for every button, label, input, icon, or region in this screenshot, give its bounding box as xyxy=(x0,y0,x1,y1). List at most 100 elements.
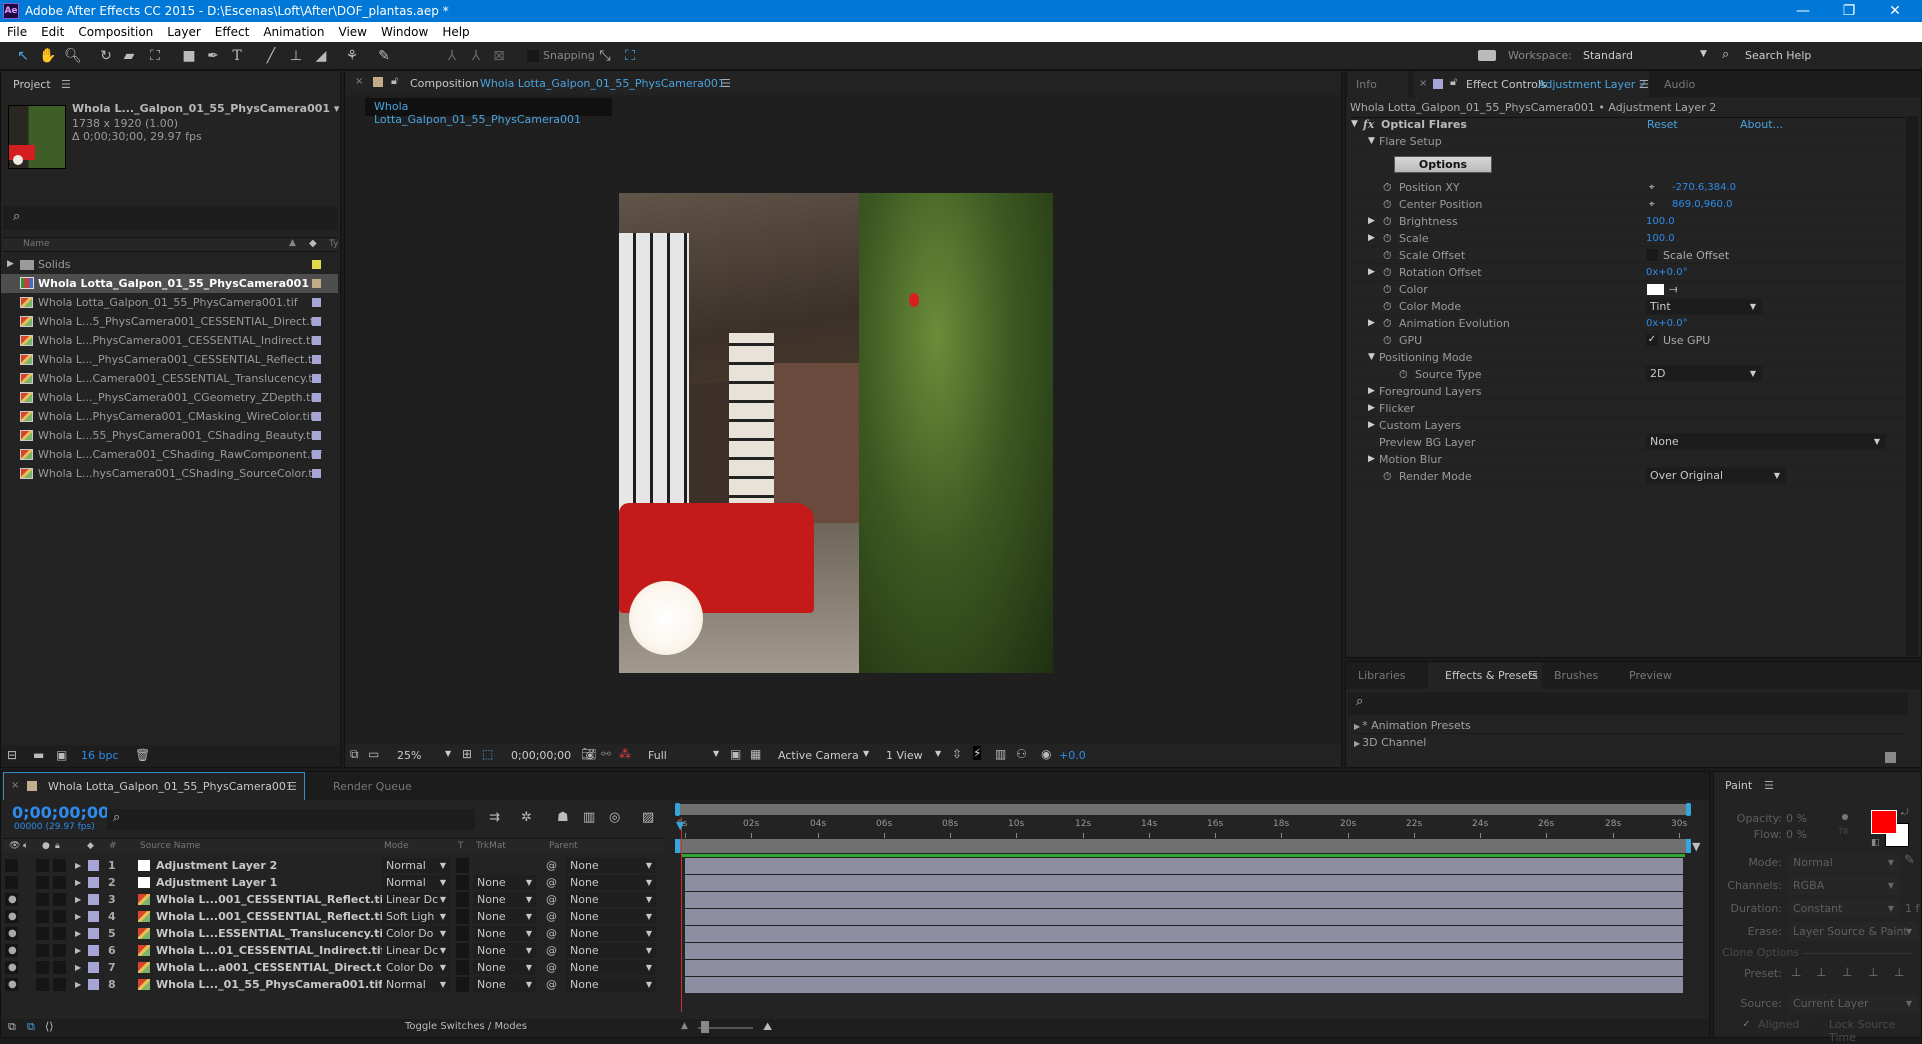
source-dropdown[interactable]: Current Layer ▼ xyxy=(1788,994,1918,1013)
expand-icon[interactable]: ▶ xyxy=(1368,264,1375,281)
preserve-transparency-toggle[interactable] xyxy=(456,977,469,992)
sort-icon[interactable]: ▲ xyxy=(289,238,296,248)
preserve-transparency-toggle[interactable] xyxy=(456,943,469,958)
layer-name[interactable]: Whola L...001_CESSENTIAL_Reflect.tif xyxy=(156,908,388,925)
channels-dropdown[interactable]: RGBA ▼ xyxy=(1788,876,1900,895)
lock-icon[interactable]: 🔓︎ xyxy=(391,74,398,88)
lock-toggle[interactable] xyxy=(53,876,66,889)
source-type-dropdown[interactable]: 2D ▼ xyxy=(1646,366,1762,381)
close-window-button[interactable]: ✕ xyxy=(1872,0,1918,22)
layer-duration-bar[interactable] xyxy=(685,977,1683,993)
positioning-mode-row[interactable]: ▼ Positioning Mode xyxy=(1349,349,1907,366)
selection-tool-icon[interactable]: ↖ xyxy=(14,47,32,65)
expand-icon[interactable]: ▶ xyxy=(75,925,81,942)
param-value[interactable]: 100.0 xyxy=(1646,230,1675,247)
layer-duration-bar[interactable] xyxy=(685,960,1683,976)
puppet-pin-tool-icon[interactable]: ✎ xyxy=(375,47,393,65)
label-color-swatch[interactable] xyxy=(88,911,99,922)
preserve-transparency-toggle[interactable] xyxy=(456,875,469,890)
preserve-transparency-toggle[interactable] xyxy=(456,858,469,873)
lock-toggle[interactable] xyxy=(53,961,66,974)
exposure-value[interactable]: +0.0 xyxy=(1059,749,1086,762)
expand-icon[interactable]: ▶ xyxy=(75,857,81,874)
solo-toggle[interactable] xyxy=(36,859,49,872)
lock-toggle[interactable] xyxy=(53,859,66,872)
timeline-icon[interactable]: ▥ xyxy=(995,747,1006,761)
eye-icon[interactable]: ● xyxy=(8,891,17,908)
solo-toggle[interactable] xyxy=(36,978,49,991)
render-queue-tab[interactable]: Render Queue xyxy=(333,780,412,793)
foreground-layers-row[interactable]: ▶ Foreground Layers xyxy=(1349,383,1907,400)
clone-preset-2-icon[interactable]: ⊥ xyxy=(1816,965,1826,979)
brush-tip-icon[interactable] xyxy=(1842,814,1848,820)
preserve-transparency-toggle[interactable] xyxy=(456,909,469,924)
project-item[interactable]: Whola Lotta_Galpon_01_55_PhysCamera001 xyxy=(1,274,338,293)
motion-blur-icon[interactable]: ◎ xyxy=(609,810,620,825)
menu-layer[interactable]: Layer xyxy=(160,25,207,39)
project-item[interactable]: Whola L..._PhysCamera001_CESSENTIAL_Refl… xyxy=(1,350,338,369)
layer-row[interactable]: ● ▶ 8 Whola L..._01_55_PhysCamera001.tif Nor… xyxy=(1,976,1683,993)
snap-edge-icon[interactable]: ⤡ xyxy=(596,47,614,65)
eye-icon[interactable]: ● xyxy=(8,908,17,925)
parent-dropdown[interactable]: None ▼ xyxy=(566,858,656,873)
color-swatch[interactable] xyxy=(1647,284,1664,295)
expand-icon[interactable]: ▼ xyxy=(1351,116,1358,133)
layer-name[interactable]: Adjustment Layer 2 xyxy=(156,857,277,874)
stopwatch-icon[interactable]: ⏱︎ xyxy=(1383,315,1392,332)
flare-setup-row[interactable]: ▼ Flare Setup xyxy=(1349,133,1907,150)
layer-mode-dropdown[interactable]: Linear Dc ▼ xyxy=(382,943,450,958)
layer-name[interactable]: Whola L...ESSENTIAL_Translucency.tif xyxy=(156,925,388,942)
solo-toggle[interactable] xyxy=(36,893,49,906)
camera-view-select[interactable]: Active Camera xyxy=(778,749,868,762)
parent-dropdown[interactable]: None ▼ xyxy=(566,875,656,890)
zoom-tool-icon[interactable]: 🔍︎ xyxy=(64,47,82,65)
label-color-swatch[interactable] xyxy=(88,860,99,871)
preserve-transparency-toggle[interactable] xyxy=(456,926,469,941)
composition-viewer[interactable] xyxy=(619,193,1053,673)
workspace-select[interactable]: Standard xyxy=(1583,49,1713,62)
solo-switch-icon[interactable]: ● xyxy=(42,839,50,853)
preserve-transparency-toggle[interactable] xyxy=(456,892,469,907)
view-axis-icon[interactable]: ⊠ xyxy=(490,47,508,65)
workspace-sync-icon[interactable] xyxy=(1478,50,1496,61)
trash-icon[interactable]: 🗑︎ xyxy=(135,748,150,762)
menu-file[interactable]: File xyxy=(0,25,34,39)
new-composition-icon[interactable]: ▣ xyxy=(56,748,67,762)
label-color-swatch[interactable] xyxy=(88,877,99,888)
foreground-color-swatch[interactable] xyxy=(1871,810,1897,834)
param-value[interactable]: -270.6,384.0 xyxy=(1672,179,1736,196)
about-link[interactable]: About... xyxy=(1740,116,1783,133)
audio-tab[interactable]: Audio xyxy=(1664,78,1695,91)
stopwatch-icon[interactable]: ⏱︎ xyxy=(1383,247,1392,264)
bit-depth-button[interactable]: 16 bpc xyxy=(81,749,119,762)
menu-edit[interactable]: Edit xyxy=(34,25,71,39)
magnification-select[interactable]: 25% xyxy=(397,749,465,762)
stopwatch-icon[interactable]: ⏱︎ xyxy=(1383,468,1392,485)
clone-preset-1-icon[interactable]: ⊥ xyxy=(1791,965,1801,979)
layer-name[interactable]: Adjustment Layer 1 xyxy=(156,874,277,891)
layer-row[interactable]: ● ▶ 6 Whola L...01_CESSENTIAL_Indirect.tif L… xyxy=(1,942,1683,959)
workspace-dropdown-icon[interactable]: ▼ xyxy=(1700,49,1707,59)
maximize-button[interactable]: ❐ xyxy=(1826,0,1872,22)
label-color-swatch[interactable] xyxy=(312,450,321,459)
video-toggle[interactable] xyxy=(5,876,18,889)
pan-behind-tool-icon[interactable]: ⛶ xyxy=(146,47,164,65)
time-navigator-end-handle[interactable] xyxy=(1686,803,1691,816)
effects-menu-icon[interactable]: ☰ xyxy=(1528,669,1538,682)
current-time-indicator-head[interactable]: ▼ xyxy=(676,819,684,832)
layer-duration-bar[interactable] xyxy=(685,943,1683,959)
time-navigator[interactable] xyxy=(675,803,1691,816)
stopwatch-icon[interactable]: ⏱︎ xyxy=(1383,230,1392,247)
work-area-bar[interactable] xyxy=(675,839,1691,853)
render-mode-dropdown[interactable]: Over Original ▼ xyxy=(1646,468,1786,483)
work-area-start-handle[interactable] xyxy=(675,839,680,853)
time-ruler[interactable]: 0s 02s 04s 06s 08s 10s 12s 14s 16s 18s 20s 22s 24s 26… xyxy=(677,817,1689,839)
pen-tool-icon[interactable]: ✒ xyxy=(204,47,222,65)
video-toggle[interactable] xyxy=(5,859,18,872)
label-color-swatch[interactable] xyxy=(312,336,321,345)
param-value[interactable]: 0x+0.0° xyxy=(1646,315,1688,332)
project-menu-icon[interactable]: ☰ xyxy=(61,78,71,91)
snapping-checkbox[interactable] xyxy=(527,50,539,62)
comp-mini-flowchart-icon[interactable]: ⇉ xyxy=(489,810,500,825)
search-help-input[interactable]: Search Help xyxy=(1745,49,1811,62)
